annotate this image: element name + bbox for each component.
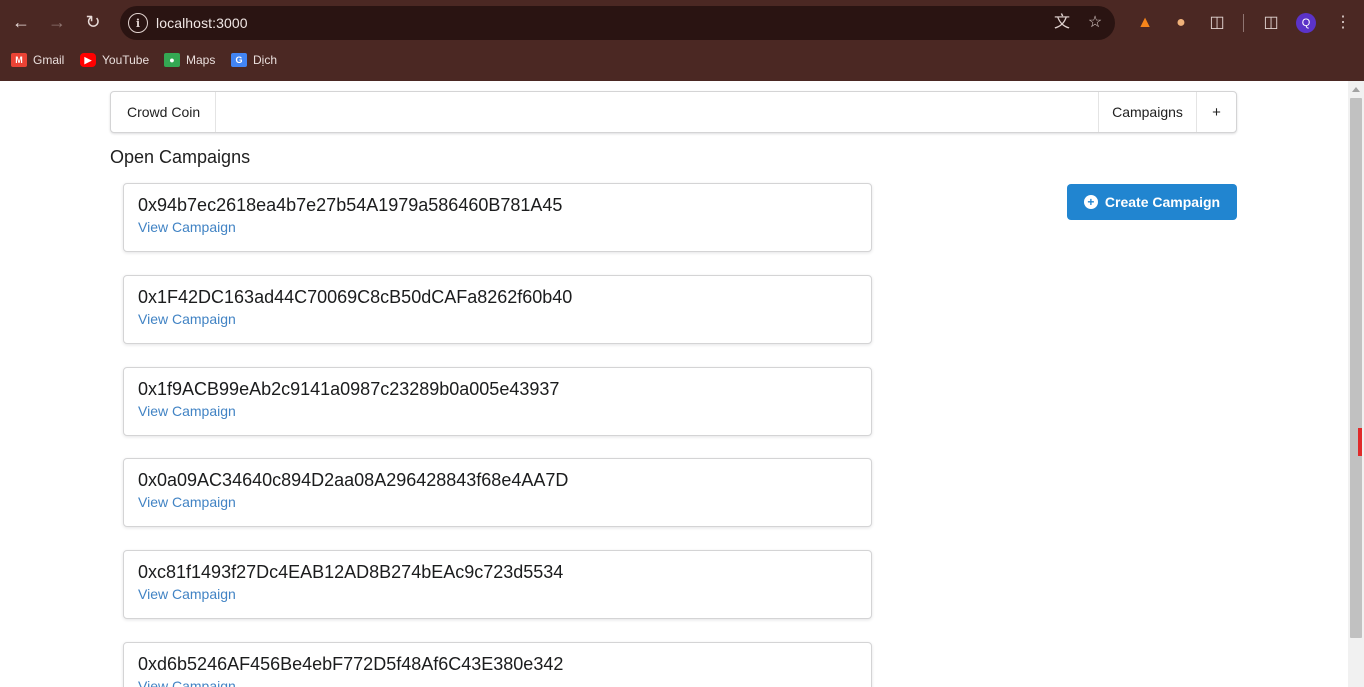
create-campaign-label: Create Campaign — [1104, 194, 1221, 210]
view-campaign-link[interactable]: View Campaign — [138, 403, 236, 419]
address-bar[interactable]: i localhost:3000 文 ☆ — [120, 6, 1115, 40]
brand-link[interactable]: Crowd Coin — [111, 92, 216, 132]
scroll-up-arrow-icon[interactable] — [1352, 87, 1360, 92]
forward-button[interactable]: → — [43, 8, 71, 36]
translate-icon: G — [231, 53, 247, 67]
bookmark-star-icon[interactable]: ☆ — [1085, 13, 1105, 33]
bookmark-label: Dịch — [253, 53, 278, 67]
campaign-address: 0x1f9ACB99eAb2c9141a0987c23289b0a005e439… — [138, 379, 560, 399]
view-campaign-link[interactable]: View Campaign — [138, 678, 236, 687]
extensions-puzzle-icon[interactable]: ◫ — [1207, 13, 1227, 33]
campaign-address: 0xd6b5246AF456Be4ebF772D5f48Af6C43E380e3… — [138, 654, 564, 674]
scroll-position-marker — [1358, 428, 1362, 456]
bookmark-label: Gmail — [33, 53, 65, 67]
view-campaign-link[interactable]: View Campaign — [138, 494, 236, 510]
page-title: Open Campaigns — [110, 147, 251, 167]
campaign-card: 0xc81f1493f27Dc4EAB12AD8B274bEAc9c723d55… — [123, 550, 872, 619]
campaign-address: 0x94b7ec2618ea4b7e27b54A1979a586460B781A… — [138, 195, 563, 215]
bookmark-label: Maps — [186, 53, 216, 67]
add-campaign-link[interactable]: + — [1196, 92, 1236, 132]
toolbar-divider — [1243, 14, 1244, 32]
gmail-icon: M — [11, 53, 27, 67]
site-info-icon[interactable]: i — [128, 13, 148, 33]
view-campaign-link[interactable]: View Campaign — [138, 586, 236, 602]
bookmark-maps[interactable]: ● Maps — [164, 51, 215, 69]
page-scrollbar[interactable] — [1348, 81, 1364, 687]
reload-button[interactable]: ↻ — [79, 8, 107, 36]
profile-avatar[interactable]: Q — [1296, 13, 1316, 33]
bookmark-youtube[interactable]: ▶ YouTube — [80, 51, 149, 69]
bookmarks-bar: M Gmail ▶ YouTube ● Maps G Dịch — [0, 46, 1364, 74]
campaigns-link[interactable]: Campaigns — [1098, 92, 1196, 132]
url-text[interactable]: localhost:3000 — [156, 15, 248, 31]
campaign-card: 0xd6b5246AF456Be4ebF772D5f48Af6C43E380e3… — [123, 642, 872, 687]
campaign-address: 0x0a09AC34640c894D2aa08A296428843f68e4AA… — [138, 470, 569, 490]
campaign-card: 0x1f9ACB99eAb2c9141a0987c23289b0a005e439… — [123, 367, 872, 436]
browser-menu-icon[interactable]: ⋮ — [1333, 13, 1353, 33]
metamask-extension-icon[interactable]: ▲ — [1135, 13, 1155, 33]
youtube-icon: ▶ — [80, 53, 96, 67]
campaign-card: 0x1F42DC163ad44C70069C8cB50dCAFa8262f60b… — [123, 275, 872, 344]
back-button[interactable]: ← — [7, 8, 35, 36]
campaign-card: 0x94b7ec2618ea4b7e27b54A1979a586460B781A… — [123, 183, 872, 252]
campaign-address: 0x1F42DC163ad44C70069C8cB50dCAFa8262f60b… — [138, 287, 573, 307]
page-content: Crowd Coin Campaigns + Open Campaigns + … — [0, 81, 1348, 687]
add-circle-icon: + — [1083, 195, 1098, 209]
campaign-card: 0x0a09AC34640c894D2aa08A296428843f68e4AA… — [123, 458, 872, 527]
bookmark-label: YouTube — [102, 53, 150, 67]
translate-page-icon[interactable]: 文 — [1052, 13, 1072, 33]
view-campaign-link[interactable]: View Campaign — [138, 311, 236, 327]
scrollbar-thumb[interactable] — [1350, 98, 1362, 638]
maps-icon: ● — [164, 53, 180, 67]
extension-icon[interactable]: ● — [1171, 13, 1191, 33]
view-campaign-link[interactable]: View Campaign — [138, 219, 236, 235]
top-menu: Crowd Coin Campaigns + — [110, 91, 1237, 133]
browser-chrome: ← → ↻ i localhost:3000 文 ☆ ▲ ● ◫ ◫ Q ⋮ M… — [0, 0, 1364, 81]
create-campaign-button[interactable]: + Create Campaign — [1067, 184, 1237, 220]
bookmark-gmail[interactable]: M Gmail — [11, 51, 64, 69]
browser-toolbar: ← → ↻ i localhost:3000 文 ☆ ▲ ● ◫ ◫ Q ⋮ — [0, 0, 1364, 46]
campaign-address: 0xc81f1493f27Dc4EAB12AD8B274bEAc9c723d55… — [138, 562, 564, 582]
bookmark-translate[interactable]: G Dịch — [231, 51, 277, 69]
side-panel-icon[interactable]: ◫ — [1261, 13, 1281, 33]
